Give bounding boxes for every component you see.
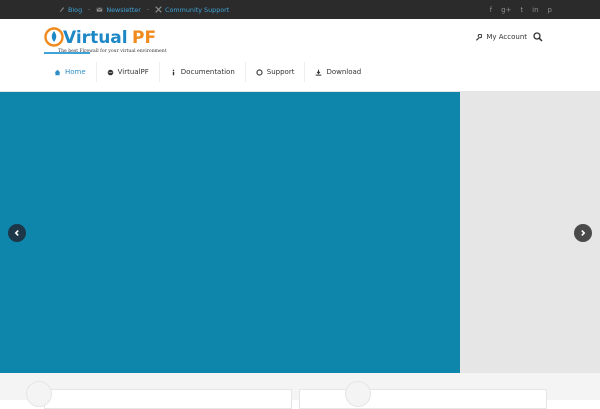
chevron-right-icon [581, 230, 586, 236]
social-links: f g+ t in p [490, 0, 552, 19]
feather-icon [59, 6, 64, 13]
nav-item-download[interactable]: Download [305, 62, 371, 82]
blog-label: Blog [68, 5, 83, 14]
home-icon [54, 69, 61, 75]
community-support-link[interactable]: Community Support [155, 6, 229, 14]
my-account-label: My Account [486, 33, 527, 41]
separator: - [88, 6, 91, 13]
newsletter-label: Newsletter [106, 5, 141, 14]
feature-icon-circle [345, 381, 371, 407]
logo-text-pf: PF [132, 28, 156, 48]
nav-label-home: Home [65, 68, 86, 76]
blog-link[interactable]: Blog [58, 6, 82, 14]
top-links: Blog - Newsletter - Community Support [58, 0, 229, 19]
site-header: Virtual PF The best Firewall for your vi… [0, 19, 600, 92]
content-area [0, 373, 600, 409]
slide-panel [0, 92, 460, 373]
community-support-label: Community Support [165, 5, 230, 14]
slider-prev-button[interactable] [8, 224, 26, 242]
google-plus-icon[interactable]: g+ [501, 6, 511, 14]
nav-item-support[interactable]: Support [246, 62, 306, 82]
nav-label-download: Download [326, 68, 362, 76]
search-icon[interactable] [533, 32, 543, 42]
nav-label-documentation: Documentation [180, 68, 235, 76]
nav-item-home[interactable]: Home [44, 62, 97, 82]
nav-item-documentation[interactable]: Documentation [160, 62, 246, 82]
globe-icon [107, 69, 113, 75]
active-underline [44, 52, 90, 54]
nav-item-virtualpf[interactable]: VirtualPF [97, 62, 160, 82]
info-icon [172, 69, 175, 75]
my-account-link[interactable]: My Account [475, 33, 527, 41]
linkedin-icon[interactable]: in [532, 6, 538, 14]
top-bar: Blog - Newsletter - Community Support f … [0, 0, 600, 19]
slider-next-button[interactable] [574, 224, 592, 242]
logo-text-virtual: Virtual [63, 28, 128, 48]
nav-label-virtualpf: VirtualPF [117, 68, 149, 76]
separator: - [146, 6, 150, 13]
envelope-icon [96, 7, 103, 12]
nav-label-support: Support [266, 68, 295, 76]
facebook-icon[interactable]: f [490, 6, 492, 14]
feature-card [299, 389, 547, 409]
feature-card [44, 389, 292, 409]
download-icon [316, 69, 322, 76]
pinterest-icon[interactable]: p [548, 6, 552, 14]
chevron-left-icon [14, 230, 19, 236]
hero-slider [0, 92, 600, 373]
feature-icon-circle [26, 381, 52, 407]
twitter-icon[interactable]: t [520, 6, 523, 14]
newsletter-link[interactable]: Newsletter [96, 6, 141, 14]
main-nav: Home VirtualPF Documentation Support Dow… [44, 62, 371, 82]
lifebuoy-icon [256, 68, 263, 76]
wrench-icon [476, 33, 483, 41]
tools-icon [155, 6, 162, 13]
